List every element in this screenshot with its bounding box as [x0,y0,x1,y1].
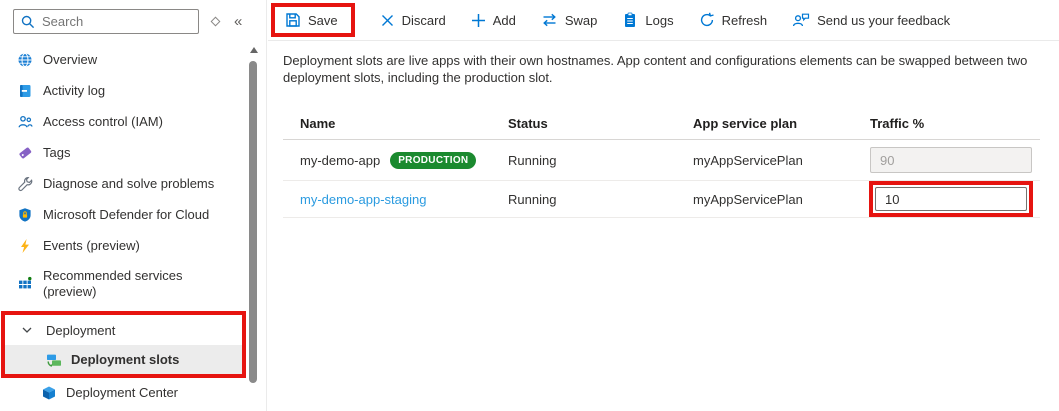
command-bar: Save Discard Add Swap [268,0,1059,41]
pin-menu-icon[interactable] [204,11,226,33]
grid-icon [17,276,33,292]
people-icon [17,114,33,130]
sidebar-group-deployment[interactable]: Deployment [5,315,242,345]
annotation-box-deployment: Deployment Deployment slots [1,311,246,378]
sidebar-item-label: Activity log [43,83,105,98]
logs-button[interactable]: Logs [622,12,673,28]
sidebar-item-label: Microsoft Defender for Cloud [43,207,209,222]
save-icon [285,12,301,28]
globe-icon [17,52,33,68]
slot-status: Running [508,153,693,168]
annotation-box-save: Save [271,3,355,37]
discard-icon [380,13,395,28]
annotation-box-traffic-input [869,181,1033,217]
traffic-input-staging[interactable] [875,187,1027,211]
refresh-icon [699,12,715,28]
sidebar-item-tags[interactable]: Tags [0,137,266,168]
sidebar-item-label: Events (preview) [43,238,140,253]
table-row: my-demo-app PRODUCTION Running myAppServ… [283,140,1040,181]
sidebar-item-deployment-slots[interactable]: Deployment slots [5,345,242,374]
sidebar-search-row: « [13,9,266,34]
swap-icon [541,12,558,28]
discard-button[interactable]: Discard [380,13,446,28]
deployment-slots-icon [46,352,62,368]
traffic-input-production [870,147,1032,173]
sidebar-item-access-control[interactable]: Access control (IAM) [0,106,266,137]
save-button[interactable]: Save [285,12,338,28]
refresh-button-label: Refresh [722,13,768,28]
swap-button[interactable]: Swap [541,12,598,28]
slot-plan: myAppServicePlan [693,153,870,168]
add-button[interactable]: Add [471,13,516,28]
sidebar-item-label: Access control (IAM) [43,114,163,129]
sidebar-group-label: Deployment [46,323,115,338]
refresh-button[interactable]: Refresh [699,12,768,28]
scrollbar-up-arrow[interactable] [250,47,258,53]
sidebar-item-label: Recommended services (preview) [43,268,201,300]
add-button-label: Add [493,13,516,28]
sidebar-item-label: Deployment slots [71,352,179,367]
slot-status: Running [508,192,693,207]
logs-icon [622,12,638,28]
search-icon [20,14,36,30]
search-input[interactable] [13,9,199,34]
slots-table: Name Status App service plan Traffic % m… [283,107,1040,218]
column-header-status[interactable]: Status [508,116,693,131]
deployment-slots-description: Deployment slots are live apps with thei… [283,52,1047,86]
sidebar-item-overview[interactable]: Overview [0,44,266,75]
feedback-button[interactable]: Send us your feedback [792,12,950,28]
save-button-label: Save [308,13,338,28]
logs-button-label: Logs [645,13,673,28]
sidebar-item-defender[interactable]: Microsoft Defender for Cloud [0,199,266,230]
resource-menu-sidebar: « Overview Activity log Access control (… [0,0,267,411]
add-icon [471,13,486,28]
cube-icon [41,385,57,401]
swap-button-label: Swap [565,13,598,28]
sidebar-item-label: Diagnose and solve problems [43,176,214,191]
lightning-icon [17,238,33,254]
column-header-traffic[interactable]: Traffic % [870,116,1040,131]
column-header-name[interactable]: Name [300,116,508,131]
production-badge: PRODUCTION [390,152,476,169]
wrench-icon [17,176,33,192]
sidebar-item-activity-log[interactable]: Activity log [0,75,266,106]
deployment-slots-pane: Save Discard Add Swap [268,0,1059,411]
feedback-button-label: Send us your feedback [817,13,950,28]
column-header-app-service-plan[interactable]: App service plan [693,116,870,131]
sidebar-item-diagnose[interactable]: Diagnose and solve problems [0,168,266,199]
tag-icon [17,145,33,161]
table-row: my-demo-app-staging Running myAppService… [283,181,1040,218]
chevron-down-icon [21,324,33,336]
feedback-icon [792,12,810,28]
sidebar-item-events[interactable]: Events (preview) [0,230,266,261]
shield-lock-icon [17,207,33,223]
slot-name-link[interactable]: my-demo-app-staging [300,192,426,207]
sidebar-item-deployment-center[interactable]: Deployment Center [0,378,266,407]
sidebar-scrollbar[interactable] [249,61,257,383]
slot-plan: myAppServicePlan [693,192,870,207]
sidebar-item-label: Overview [43,52,97,67]
slot-name: my-demo-app [300,153,380,168]
sidebar-item-recommended-services[interactable]: Recommended services (preview) [0,261,266,306]
sidebar-item-label: Tags [43,145,70,160]
table-header-row: Name Status App service plan Traffic % [283,107,1040,140]
sidebar-item-label: Deployment Center [66,385,178,400]
discard-button-label: Discard [402,13,446,28]
activity-log-icon [17,83,33,99]
collapse-sidebar-icon[interactable]: « [234,14,242,29]
